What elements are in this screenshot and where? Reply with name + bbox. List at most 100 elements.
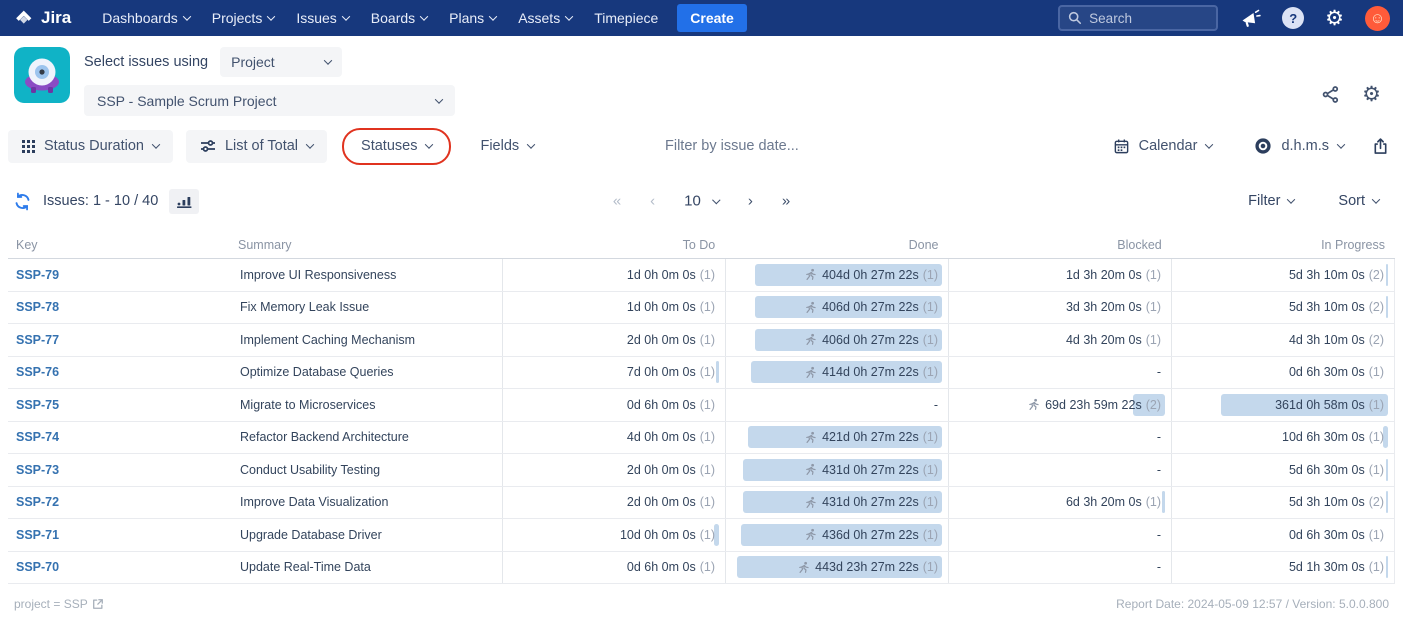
help-icon[interactable]: ?: [1282, 7, 1305, 29]
chevron-down-icon: [323, 56, 333, 65]
first-page-button[interactable]: «: [613, 193, 621, 210]
status-count: (2): [1368, 267, 1384, 282]
status-count: (2): [1145, 397, 1161, 412]
status-count: (1): [699, 495, 715, 510]
jira-logo-icon: [16, 10, 32, 24]
cell-blocked: -: [948, 454, 1171, 486]
duration-text: -: [1156, 430, 1161, 445]
duration-text: 10d 0h 0m 0s: [619, 527, 696, 542]
issue-key-link[interactable]: SSP-75: [16, 398, 59, 412]
status-count: (1): [922, 332, 938, 347]
chevron-down-icon: [151, 140, 161, 149]
status-count: (1): [922, 462, 938, 477]
runner-icon: [804, 431, 817, 444]
duration-text: 1d 0h 0m 0s: [626, 300, 696, 315]
report-type-button[interactable]: Status Duration: [8, 129, 173, 163]
project-select[interactable]: SSP - Sample Scrum Project: [84, 85, 455, 116]
search-input[interactable]: [1089, 10, 1200, 26]
cell-todo: 2d 0h 0m 0s (1): [502, 486, 725, 518]
export-icon[interactable]: [1372, 137, 1389, 155]
settings-gear-icon[interactable]: ⚙: [1325, 8, 1344, 29]
issue-key-link[interactable]: SSP-73: [16, 463, 59, 477]
timepiece-app-icon: [14, 47, 70, 103]
cell-done: 406d 0h 27m 22s (1): [725, 291, 948, 323]
duration-text: 0d 6h 0m 0s: [626, 397, 696, 412]
pager-row: Issues: 1 - 10 / 40 « ‹ 10 › » Filter So…: [8, 185, 1395, 217]
duration-format-icon: [1255, 138, 1272, 154]
duration-bar: [1386, 458, 1388, 481]
table-row: SSP-72 Improve Data Visualization 2d 0h …: [8, 486, 1395, 519]
nav-issues[interactable]: Issues: [285, 0, 359, 36]
status-count: (1): [1368, 397, 1384, 412]
issue-summary: Fix Memory Leak Issue: [240, 300, 370, 315]
cell-blocked: 1d 3h 20m 0s (1): [948, 259, 1171, 291]
chevron-down-icon: [305, 140, 315, 149]
issue-key-link[interactable]: SSP-74: [16, 430, 59, 444]
runner-icon: [804, 463, 817, 476]
sort-button[interactable]: Sort: [1338, 193, 1381, 209]
duration-text: 4d 3h 20m 0s: [1065, 332, 1142, 347]
cell-todo: 2d 0h 0m 0s (1): [502, 454, 725, 486]
nav-dashboards[interactable]: Dashboards: [91, 0, 201, 36]
table-body: SSP-79 Improve UI Responsiveness 1d 0h 0…: [8, 259, 1395, 584]
status-count: (1): [1368, 462, 1384, 477]
nav-projects[interactable]: Projects: [201, 0, 286, 36]
last-page-button[interactable]: »: [782, 193, 790, 210]
page-size-select[interactable]: 10: [684, 193, 721, 210]
table-row: SSP-75 Migrate to Microservices 0d 6h 0m…: [8, 389, 1395, 422]
duration-text: 5d 3h 10m 0s: [1288, 495, 1365, 510]
cell-blocked: -: [948, 519, 1171, 551]
megaphone-icon[interactable]: [1240, 8, 1261, 28]
nav-timepiece[interactable]: Timepiece: [583, 0, 669, 36]
next-page-button[interactable]: ›: [748, 193, 753, 210]
duration-format-button[interactable]: d.h.m.s: [1240, 130, 1358, 163]
chart-view-button[interactable]: [169, 188, 200, 214]
duration-text: 0d 6h 0m 0s: [626, 560, 696, 575]
cell-blocked: 4d 3h 20m 0s (1): [948, 324, 1171, 356]
chevron-down-icon: [1287, 195, 1296, 204]
search-box[interactable]: [1058, 5, 1219, 31]
chevron-down-icon: [564, 12, 574, 21]
nav-boards[interactable]: Boards: [360, 0, 438, 36]
runner-icon: [804, 366, 817, 379]
view-mode-button[interactable]: List of Total: [185, 129, 328, 163]
prev-page-button[interactable]: ‹: [650, 193, 655, 210]
report-toolbar: Status Duration List of Total Statuses F…: [8, 127, 1395, 165]
duration-text: 431d 0h 27m 22s: [822, 462, 919, 477]
issue-key-link[interactable]: SSP-76: [16, 365, 59, 379]
issue-key-link[interactable]: SSP-78: [16, 300, 59, 314]
grid-icon: [22, 139, 35, 153]
jql-link[interactable]: project = SSP: [14, 597, 104, 611]
issue-key-link[interactable]: SSP-70: [16, 560, 59, 574]
jira-logo[interactable]: Jira: [13, 8, 71, 29]
cell-inprogress: 4d 3h 10m 0s (2): [1171, 324, 1394, 356]
calendar-button[interactable]: Calendar: [1099, 130, 1227, 163]
duration-text: 5d 6h 30m 0s: [1288, 462, 1365, 477]
refresh-icon[interactable]: [13, 192, 32, 211]
nav-plans[interactable]: Plans: [438, 0, 507, 36]
table-header: Key Summary To Do Done Blocked In Progre…: [8, 231, 1395, 259]
user-avatar[interactable]: ☺: [1365, 5, 1390, 31]
duration-text: 5d 1h 30m 0s: [1288, 560, 1365, 575]
nav-assets[interactable]: Assets: [507, 0, 583, 36]
cell-inprogress: 5d 1h 30m 0s (1): [1171, 551, 1394, 583]
cell-done: 436d 0h 27m 22s (1): [725, 519, 948, 551]
cell-todo: 1d 0h 0m 0s (1): [502, 259, 725, 291]
filter-button[interactable]: Filter: [1248, 193, 1296, 209]
issue-source-select[interactable]: Project: [220, 47, 343, 77]
statuses-button[interactable]: Statuses: [347, 130, 446, 163]
status-count: (1): [1368, 365, 1384, 380]
issue-key-link[interactable]: SSP-71: [16, 528, 59, 542]
chevron-down-icon: [526, 140, 536, 149]
fields-button[interactable]: Fields: [466, 130, 548, 163]
issue-key-link[interactable]: SSP-79: [16, 268, 59, 282]
issue-key-link[interactable]: SSP-77: [16, 333, 59, 347]
issue-key-link[interactable]: SSP-72: [16, 495, 59, 509]
chevron-down-icon: [488, 12, 498, 21]
share-icon[interactable]: [1321, 85, 1340, 104]
chevron-down-icon: [425, 140, 434, 149]
issue-date-filter[interactable]: Filter by issue date...: [665, 138, 799, 154]
report-settings-gear-icon[interactable]: ⚙: [1362, 84, 1381, 105]
duration-text: 431d 0h 27m 22s: [822, 495, 919, 510]
create-button[interactable]: Create: [677, 4, 747, 32]
